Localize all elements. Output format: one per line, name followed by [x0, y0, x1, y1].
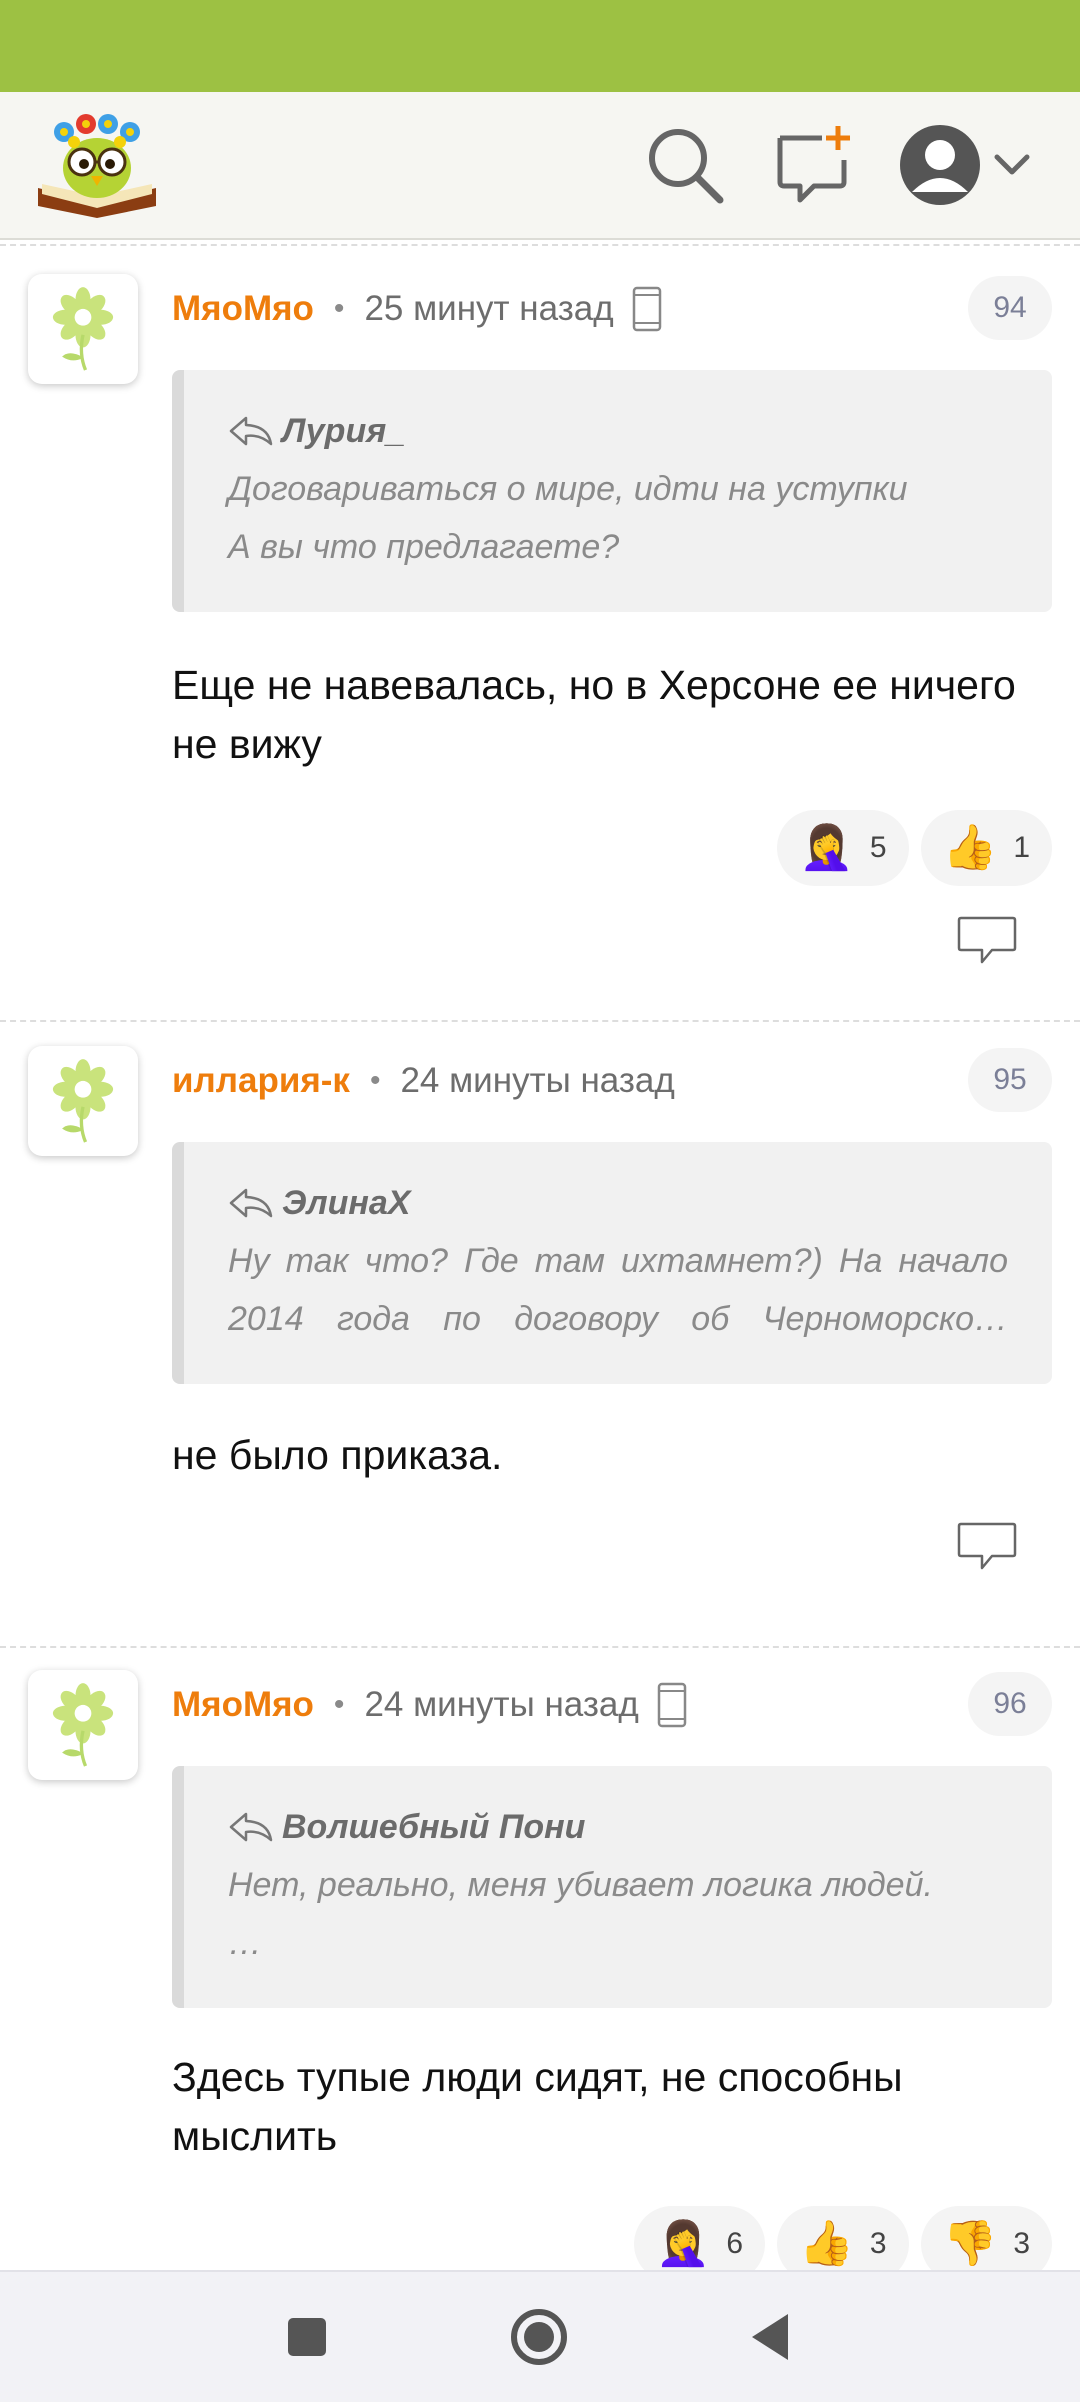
comment-body: Еще не навевалась, но в Херсоне ее ничег… — [172, 662, 1016, 767]
quote-author: Лурия_ — [282, 411, 406, 450]
comment-number-badge[interactable]: 95 — [968, 1048, 1052, 1112]
comment-meta: МяоМяо • 25 минут назад — [172, 284, 662, 334]
mobile-device-icon — [657, 1682, 687, 1728]
flower-icon — [52, 1683, 114, 1767]
quote-line: А вы что предлагаете? — [228, 528, 620, 566]
owl-on-book-logo[interactable] — [34, 110, 160, 222]
comment-separator — [0, 1020, 1080, 1022]
reaction-facepalm[interactable]: 🤦‍♀️ 5 — [777, 810, 909, 886]
reaction-count: 1 — [1013, 831, 1030, 864]
quote-line: Ну так что? Где там ихтамнет?) На начало — [228, 1242, 1008, 1280]
search-icon[interactable] — [640, 120, 730, 210]
comment-separator — [0, 1646, 1080, 1648]
comment-time: 24 минуты назад — [364, 1685, 639, 1724]
system-navigation-bar — [0, 2270, 1080, 2402]
speech-bubble-icon — [957, 1522, 1017, 1570]
quote-line: 2014 года по договору об Черноморско… — [228, 1300, 1008, 1338]
reaction-count: 3 — [869, 2227, 887, 2260]
separator-dot: • — [369, 1064, 381, 1097]
reply-arrow-icon — [229, 1188, 273, 1218]
speech-bubble-icon — [957, 916, 1017, 964]
reaction-count: 3 — [1013, 2227, 1030, 2260]
facepalm-icon: 🤦‍♀️ — [799, 823, 854, 872]
comment-time: 25 минут назад — [364, 289, 614, 328]
thumbs-up-icon: 👍 — [799, 2219, 854, 2268]
comment-separator — [0, 244, 1080, 246]
reaction-thumbs-up[interactable]: 👍 3 — [777, 2206, 909, 2270]
comment-time: 24 минуты назад — [400, 1061, 675, 1100]
quoted-comment[interactable]: Лурия_ Договариваться о мире, идти на ус… — [172, 370, 1052, 612]
comment-number-badge[interactable]: 94 — [968, 276, 1052, 340]
comment-author[interactable]: МяоМяо — [172, 289, 314, 329]
triangle-back-icon[interactable] — [734, 2300, 808, 2374]
comment-author[interactable]: МяоМяо — [172, 1685, 314, 1725]
new-message-icon[interactable] — [770, 120, 860, 210]
reply-arrow-icon — [229, 416, 273, 446]
quote-line: Договариваться о мире, идти на уступки — [228, 470, 908, 508]
profile-avatar-icon[interactable] — [895, 120, 1045, 210]
comment-body: не было приказа. — [172, 1432, 503, 1478]
reaction-facepalm[interactable]: 🤦‍♀️ 6 — [633, 2206, 766, 2270]
reactions: 🤦‍♀️ 5 👍 1 — [777, 810, 1052, 886]
flower-icon — [52, 287, 114, 371]
reaction-thumbs-down[interactable]: 👎 3 — [920, 2206, 1052, 2270]
comment-author[interactable]: иллария-к — [172, 1061, 350, 1101]
quote-line: Нет, реально, меня убивает логика людей. — [228, 1866, 933, 1904]
quoted-comment[interactable]: Волшебный Пони Нет, реально, меня убивае… — [172, 1766, 1052, 2008]
quote-line: … — [228, 1924, 262, 1962]
thumbs-up-icon: 👍 — [942, 823, 998, 872]
quote-author: ЭлинаХ — [282, 1183, 411, 1222]
reply-arrow-icon — [229, 1812, 273, 1842]
avatar[interactable] — [28, 1046, 138, 1156]
reaction-count: 5 — [869, 831, 887, 864]
square-icon[interactable] — [270, 2300, 344, 2374]
comment-meta: МяоМяо • 24 минуты назад — [172, 1680, 687, 1730]
avatar[interactable] — [28, 274, 138, 384]
circle-icon[interactable] — [502, 2300, 576, 2374]
reaction-count: 6 — [726, 2227, 744, 2260]
app-header — [0, 92, 1080, 240]
reactions: 🤦‍♀️ 6 👍 3 👎 3 — [633, 2206, 1052, 2270]
separator-dot: • — [333, 1688, 345, 1721]
comment-body: Здесь тупые люди сидят, не способны мысл… — [172, 2054, 903, 2159]
comments-feed[interactable]: МяоМяо • 25 минут назад 94 Лурия_ Догова… — [0, 240, 1080, 2270]
facepalm-icon: 🤦‍♀️ — [655, 2219, 711, 2268]
quoted-comment[interactable]: ЭлинаХ Ну так что? Где там ихтамнет?) На… — [172, 1142, 1052, 1384]
thumbs-down-icon: 👎 — [942, 2219, 998, 2268]
separator-dot: • — [333, 292, 345, 325]
reply-button[interactable] — [956, 1520, 1018, 1574]
avatar[interactable] — [28, 1670, 138, 1780]
comment-number-badge[interactable]: 96 — [968, 1672, 1052, 1736]
status-bar — [0, 0, 1080, 92]
reply-button[interactable] — [956, 914, 1018, 968]
comment-meta: иллария-к • 24 минуты назад — [172, 1056, 675, 1106]
quote-author: Волшебный Пони — [282, 1807, 586, 1846]
reaction-thumbs-up[interactable]: 👍 1 — [920, 810, 1052, 886]
flower-icon — [52, 1059, 114, 1143]
mobile-device-icon — [632, 286, 661, 332]
